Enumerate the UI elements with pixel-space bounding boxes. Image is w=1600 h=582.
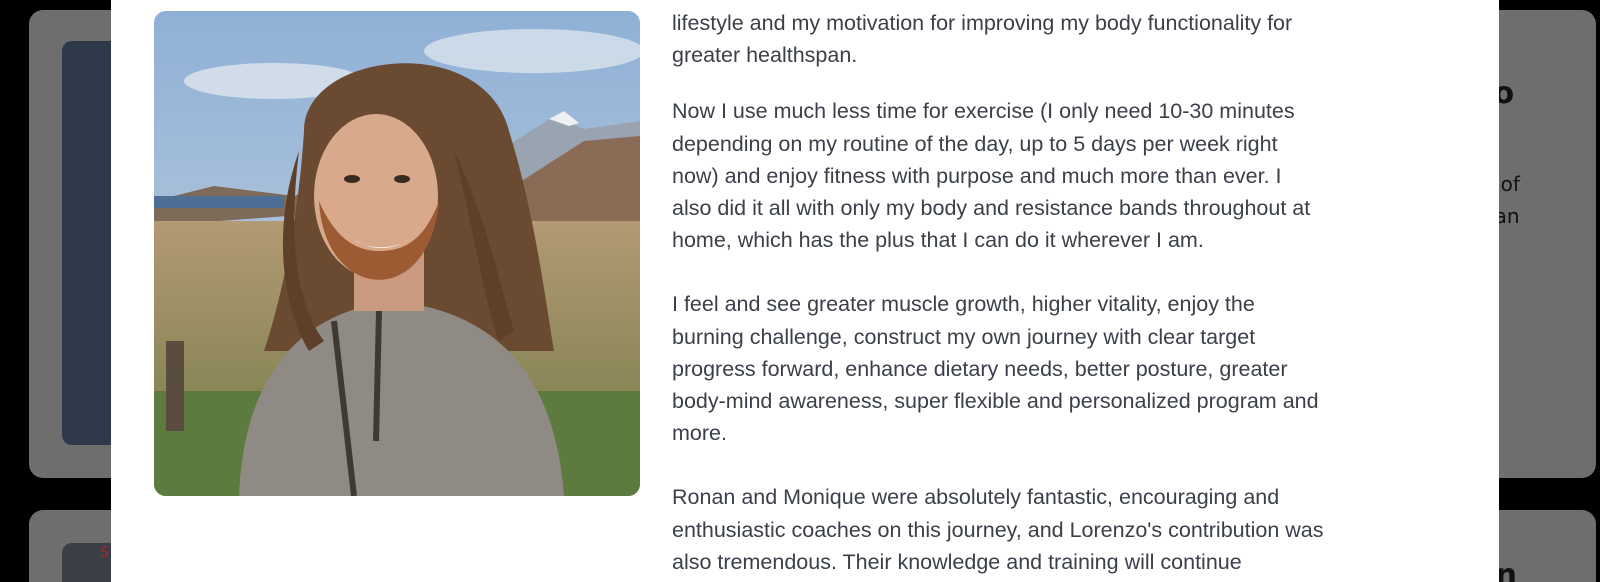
testimonial-paragraph: lifestyle and my motivation for improvin… [672,11,1293,68]
testimonial-photo [154,11,640,496]
testimonial-paragraph: Now I use much less time for exercise (I… [672,99,1311,253]
testimonial-modal: lifestyle and my motivation for improvin… [111,0,1499,582]
testimonial-paragraph: Ronan and Monique were absolutely fantas… [672,485,1324,574]
testimonial-text: lifestyle and my motivation for improvin… [672,0,1442,582]
background-red-label: S [100,545,109,561]
testimonial-paragraph: I feel and see greater muscle growth, hi… [672,292,1319,446]
portrait-image [154,11,640,496]
screen: S zo e of han on [0,0,1600,582]
